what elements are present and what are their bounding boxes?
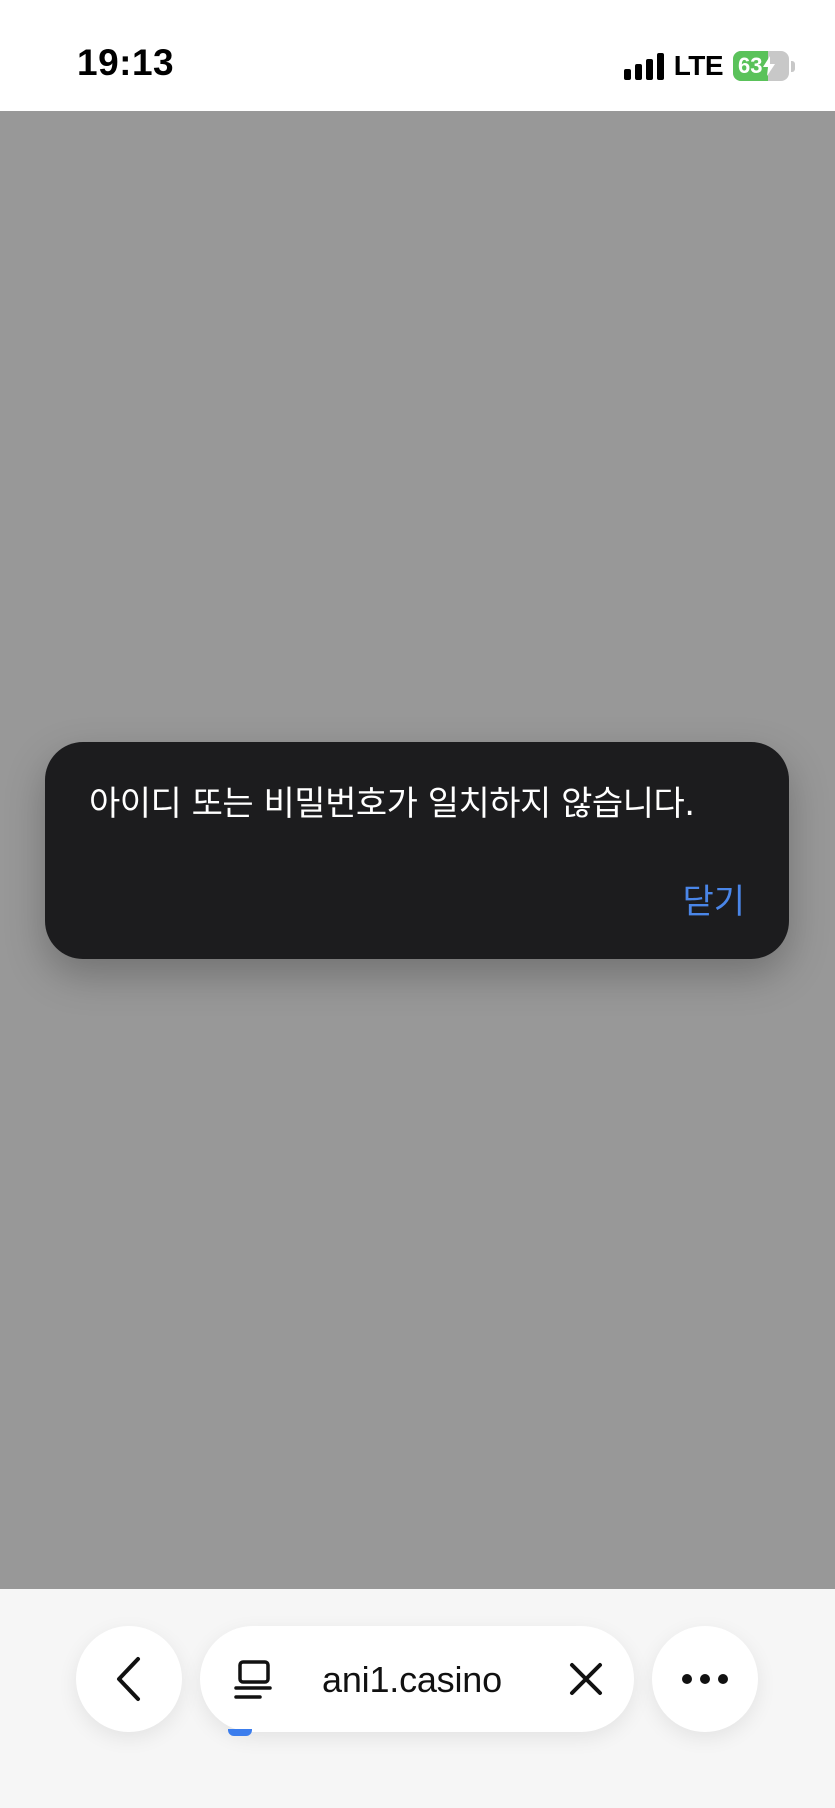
status-bar: 19:13 LTE 63 <box>0 0 835 111</box>
url-text: ani1.casino <box>322 1659 502 1700</box>
signal-icon <box>623 52 664 80</box>
network-type: LTE <box>673 50 724 81</box>
browser-toolbar: ani1.casino <box>0 1589 835 1808</box>
battery-icon: 63 <box>733 51 789 81</box>
status-indicators: LTE 63 <box>623 50 795 82</box>
battery-level: 63 <box>738 53 763 78</box>
address-bar[interactable]: ani1.casino <box>200 1626 634 1732</box>
battery-cap <box>791 60 795 72</box>
tabs-icon <box>234 1660 272 1699</box>
back-button[interactable] <box>76 1626 182 1732</box>
chevron-left-icon <box>117 1657 140 1701</box>
page-load-indicator <box>228 1729 252 1736</box>
alert-message: 아이디 또는 비밀번호가 일치하지 않습니다. <box>89 784 695 824</box>
more-button[interactable] <box>652 1626 758 1732</box>
alert-dialog: 아이디 또는 비밀번호가 일치하지 않습니다. 닫기 <box>45 742 789 959</box>
status-time: 19:13 <box>77 42 175 83</box>
charging-bolt-icon <box>763 56 776 76</box>
ellipsis-icon <box>682 1674 728 1684</box>
alert-close-button[interactable]: 닫기 <box>682 874 745 923</box>
close-icon[interactable] <box>568 1661 604 1697</box>
